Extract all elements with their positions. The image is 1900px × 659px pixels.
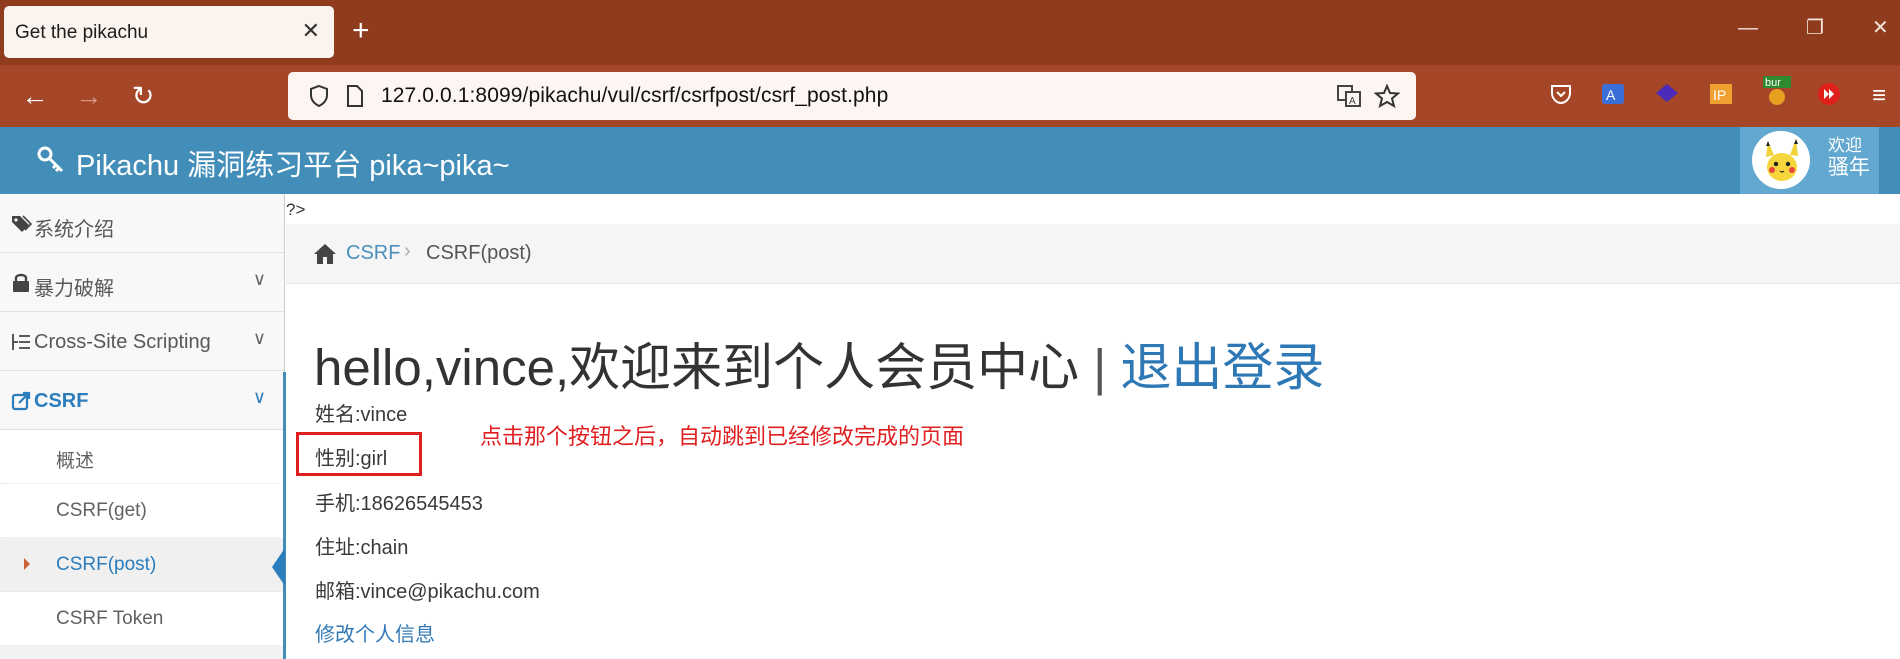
- stray-text: ?>: [286, 200, 306, 219]
- bookmark-star-icon[interactable]: [1374, 84, 1400, 108]
- sidebar-item-xss[interactable]: Cross-Site Scripting ∨: [0, 312, 284, 371]
- sidebar-subitem-label: CSRF(post): [56, 554, 157, 575]
- sidebar-subitem-csrf-token[interactable]: CSRF Token: [0, 592, 284, 646]
- tab-close-icon[interactable]: ✕: [302, 19, 320, 43]
- welcome-text: 欢迎 骚年: [1828, 135, 1870, 179]
- sidebar-subitem-overview[interactable]: 概述: [0, 430, 284, 484]
- user-box[interactable]: 欢迎 骚年: [1740, 127, 1879, 194]
- sidebar-subitem-label: CSRF(get): [56, 500, 147, 521]
- annotation-note: 点击那个按钮之后，自动跳到已经修改完成的页面: [480, 424, 965, 449]
- sidebar-item-csrf[interactable]: CSRF ∨: [0, 371, 284, 430]
- sidebar-subitem-label: 概述: [56, 451, 95, 472]
- page-icon: [347, 85, 363, 107]
- info-phone: 手机:18626545453: [315, 493, 483, 515]
- info-name: 姓名:vince: [315, 404, 408, 426]
- info-address: 住址:chain: [315, 537, 409, 559]
- breadcrumb: CSRF › CSRF(post): [286, 224, 1900, 284]
- translate-icon[interactable]: A: [1336, 84, 1362, 108]
- address-bar[interactable]: 127.0.0.1:8099/pikachu/vul/csrf/csrfpost…: [288, 72, 1416, 120]
- sidebar-active-border: [283, 372, 286, 659]
- url-text: 127.0.0.1:8099/pikachu/vul/csrf/csrfpost…: [381, 84, 889, 107]
- page-title: hello,vince,欢迎来到个人会员中心 | 退出登录: [314, 326, 1324, 400]
- svg-text:bur: bur: [1765, 77, 1781, 89]
- reload-icon[interactable]: ↻: [126, 79, 160, 113]
- sidebar: 系统介绍 暴力破解 ∨ Cross-Site Scripting ∨ CSRF …: [0, 194, 285, 659]
- tab-title: Get the pikachu: [15, 22, 149, 43]
- edit-profile-link[interactable]: 修改个人信息: [315, 618, 435, 647]
- sidebar-item-label: CSRF: [34, 390, 89, 412]
- new-tab-button[interactable]: +: [352, 14, 370, 48]
- greeting-text: hello,vince,欢迎来到个人会员中心: [314, 339, 1080, 396]
- external-link-icon: [11, 391, 31, 411]
- menu-icon[interactable]: ≡: [1862, 79, 1896, 113]
- browser-tab-bar: Get the pikachu ✕ + — ❐ ✕: [0, 0, 1900, 65]
- title-separator: |: [1093, 339, 1107, 396]
- svg-text:IP: IP: [1713, 87, 1726, 103]
- annotation-highlight-box: [296, 432, 422, 476]
- breadcrumb-current: CSRF(post): [426, 242, 532, 264]
- svg-text:A: A: [1349, 96, 1356, 107]
- tags-icon: [12, 215, 32, 232]
- browser-nav-bar: ← → ↻ 127.0.0.1:8099/pikachu/vul/csrf/cs…: [0, 65, 1900, 127]
- sidebar-item-label: 系统介绍: [34, 219, 114, 241]
- home-icon[interactable]: [312, 242, 338, 266]
- translator-extension-icon[interactable]: A: [1600, 81, 1626, 107]
- back-icon[interactable]: ←: [18, 79, 52, 113]
- lock-icon: [13, 273, 29, 292]
- layers-extension-icon[interactable]: [1654, 81, 1680, 107]
- logout-link[interactable]: 退出登录: [1120, 339, 1324, 396]
- list-icon: [12, 334, 30, 350]
- active-indicator: [272, 548, 285, 586]
- burp-extension-icon[interactable]: bur: [1762, 75, 1792, 107]
- site-header: Pikachu 漏洞练习平台 pika~pika~ 欢迎 骚年: [0, 127, 1900, 194]
- key-icon: [37, 146, 64, 173]
- sidebar-subitem-label: CSRF Token: [56, 608, 164, 629]
- minimize-icon[interactable]: —: [1738, 16, 1758, 40]
- restore-icon[interactable]: ❐: [1806, 16, 1824, 40]
- sidebar-subitem-csrf-get[interactable]: CSRF(get): [0, 484, 284, 538]
- welcome-name: 骚年: [1828, 156, 1870, 179]
- pocket-icon[interactable]: [1548, 81, 1574, 107]
- sidebar-subitem-csrf-post[interactable]: CSRF(post): [0, 538, 284, 592]
- breadcrumb-separator: ›: [404, 240, 411, 262]
- shield-icon[interactable]: [308, 84, 330, 108]
- forward-icon[interactable]: →: [72, 79, 106, 113]
- breadcrumb-link-csrf[interactable]: CSRF: [346, 242, 400, 265]
- window-close-icon[interactable]: ✕: [1872, 16, 1889, 40]
- sidebar-item-intro[interactable]: 系统介绍: [0, 194, 284, 253]
- pikachu-avatar-icon: [1766, 139, 1798, 181]
- chevron-down-icon: ∨: [252, 328, 266, 348]
- brand-title[interactable]: Pikachu 漏洞练习平台 pika~pika~: [76, 142, 510, 184]
- chevron-down-icon: ∨: [252, 269, 266, 289]
- avatar: [1752, 131, 1810, 189]
- sidebar-item-label: Cross-Site Scripting: [34, 331, 211, 353]
- ip-extension-icon[interactable]: IP: [1708, 81, 1734, 107]
- sidebar-item-label: 暴力破解: [34, 278, 114, 300]
- svg-text:A: A: [1606, 87, 1616, 103]
- sidebar-item-bruteforce[interactable]: 暴力破解 ∨: [0, 253, 284, 312]
- info-email: 邮箱:vince@pikachu.com: [315, 581, 540, 603]
- browser-tab[interactable]: Get the pikachu ✕: [4, 6, 334, 58]
- video-extension-icon[interactable]: [1816, 81, 1842, 107]
- chevron-down-icon: ∨: [252, 387, 266, 407]
- welcome-small: 欢迎: [1828, 136, 1862, 155]
- caret-right-icon: [24, 558, 30, 570]
